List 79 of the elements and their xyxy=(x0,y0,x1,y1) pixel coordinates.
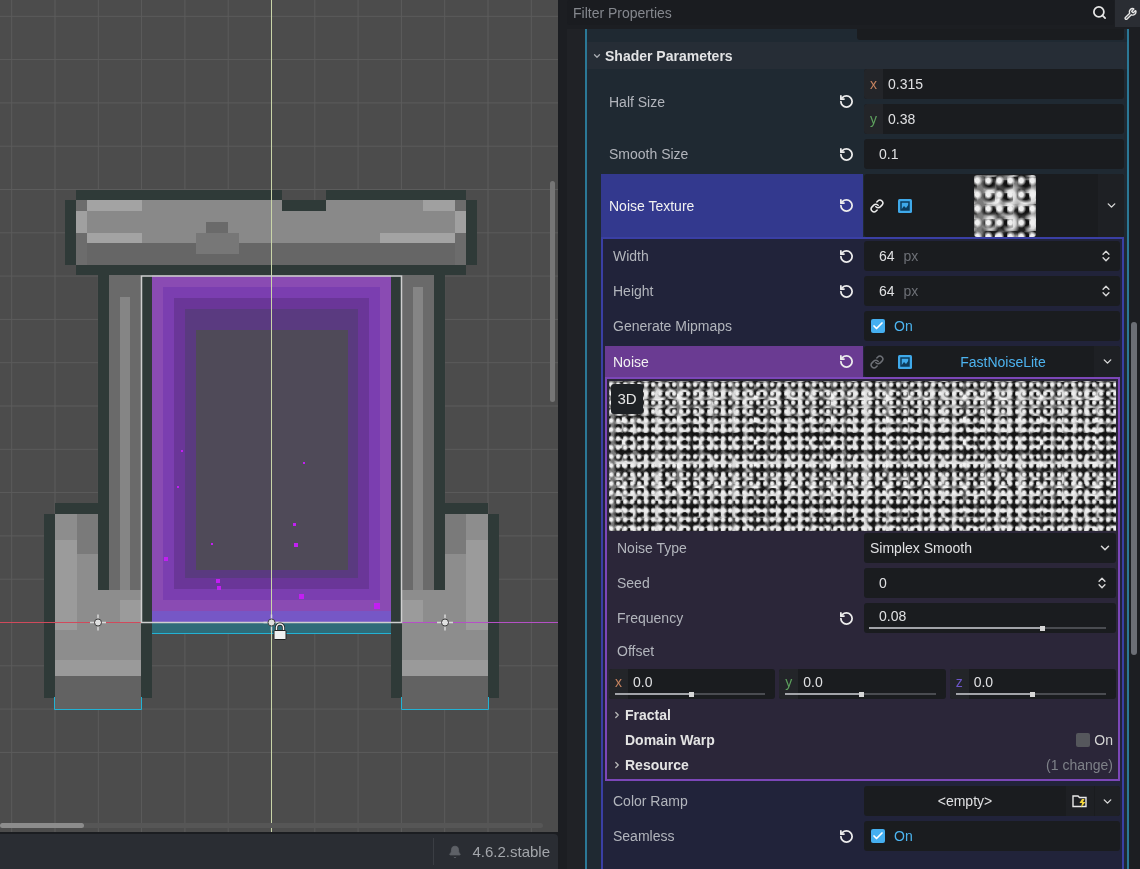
spin-field[interactable]: 64 px xyxy=(864,241,1120,271)
circular-arrow-icon[interactable] xyxy=(839,610,854,626)
3d-button[interactable]: 3D xyxy=(611,384,643,414)
checkbox-field[interactable]: On xyxy=(864,821,1120,851)
scrollbar-thumb[interactable] xyxy=(0,823,84,828)
resource-header[interactable]: Noise Texture xyxy=(601,174,863,237)
tools-button[interactable] xyxy=(1115,0,1140,27)
wrench-icon xyxy=(1124,6,1137,21)
group-header[interactable]: Fractal xyxy=(609,702,1116,727)
circular-arrow-icon[interactable] xyxy=(839,146,854,162)
vector-field[interactable]: x 0.0 xyxy=(609,669,776,699)
circular-arrow-icon[interactable] xyxy=(839,354,854,369)
vector-field[interactable]: z 0.0 xyxy=(949,669,1116,699)
scrollbar-thumb[interactable] xyxy=(550,181,555,402)
spin-field[interactable]: 0 xyxy=(864,568,1116,598)
section-header[interactable]: Shader Parameters xyxy=(587,42,1127,69)
up-down-chevron-icon[interactable] xyxy=(1099,249,1113,263)
property-label: Generate Mipmaps xyxy=(613,317,733,336)
version-label: 4.6.2.stable xyxy=(472,841,550,862)
slider-thumb[interactable] xyxy=(689,691,695,697)
property-label: Seed xyxy=(617,574,650,593)
property-label: Color Ramp xyxy=(613,792,688,811)
checkbox-toggle[interactable]: On xyxy=(1076,729,1113,750)
change-count: (1 change) xyxy=(1046,755,1113,775)
axis-label: y xyxy=(779,669,799,699)
property-label: Noise xyxy=(613,352,650,372)
circular-arrow-icon[interactable] xyxy=(839,283,854,299)
circular-arrow-icon[interactable] xyxy=(839,828,854,844)
axis-label: x xyxy=(864,69,883,99)
move-handle-icon[interactable] xyxy=(436,613,454,632)
lock-icon xyxy=(273,622,287,640)
spin-field[interactable]: 64 px xyxy=(864,276,1120,306)
viewport-canvas[interactable] xyxy=(0,0,558,832)
slider-field[interactable]: 0.08 xyxy=(864,603,1116,633)
scrollbar-thumb[interactable] xyxy=(1131,322,1137,655)
folder-icon xyxy=(1072,794,1088,808)
axis-label: y xyxy=(864,104,883,134)
checkmark-icon xyxy=(872,320,884,332)
search-icon[interactable] xyxy=(1092,5,1107,20)
circular-arrow-icon[interactable] xyxy=(839,94,854,109)
property-label: Height xyxy=(613,282,654,301)
property-label: Width xyxy=(613,247,649,266)
group-header[interactable]: Resource (1 change) xyxy=(609,752,1116,777)
resource-field[interactable]: <empty> xyxy=(864,786,1120,816)
checkmark-icon xyxy=(872,830,884,842)
checkbox[interactable] xyxy=(871,829,885,843)
image-icon xyxy=(898,198,912,213)
image-icon xyxy=(898,354,912,369)
vector-field[interactable]: x 0.315 xyxy=(864,69,1124,99)
dropdown-field[interactable]: Simplex Smooth xyxy=(864,533,1116,563)
property-label: Noise Type xyxy=(617,539,687,558)
property-label: Smooth Size xyxy=(609,145,689,164)
slider-thumb[interactable] xyxy=(1039,625,1045,631)
circular-arrow-icon[interactable] xyxy=(839,198,854,213)
up-down-chevron-icon[interactable] xyxy=(1099,284,1113,298)
checkbox[interactable] xyxy=(1076,732,1091,747)
checkbox-field[interactable]: On xyxy=(864,311,1120,341)
property-label: Noise Texture xyxy=(609,196,696,216)
axis-label: x xyxy=(609,669,628,699)
resource-header[interactable]: Noise xyxy=(605,346,863,377)
property-label: Frequency xyxy=(617,609,684,628)
load-button[interactable] xyxy=(1066,786,1094,816)
axis-label: z xyxy=(949,669,969,699)
checkbox[interactable] xyxy=(871,319,885,333)
texture-thumbnail xyxy=(974,174,1036,237)
move-handle-icon[interactable] xyxy=(89,613,107,632)
vector-field[interactable]: y 0.0 xyxy=(779,669,946,699)
vector-field[interactable]: y 0.38 xyxy=(864,104,1124,134)
property-label: Half Size xyxy=(609,92,666,112)
property-label: Offset xyxy=(617,642,655,661)
up-down-chevron-icon[interactable] xyxy=(1095,576,1109,590)
link-icon[interactable] xyxy=(870,198,884,213)
slider-thumb[interactable] xyxy=(859,691,865,697)
number-field[interactable]: 0.1 xyxy=(864,139,1124,169)
resource-field[interactable] xyxy=(864,174,1124,237)
group-title[interactable]: Domain Warp xyxy=(625,729,1077,750)
property-label: Seamless xyxy=(613,827,675,846)
slider-thumb[interactable] xyxy=(1029,691,1035,697)
circular-arrow-icon[interactable] xyxy=(839,248,854,264)
